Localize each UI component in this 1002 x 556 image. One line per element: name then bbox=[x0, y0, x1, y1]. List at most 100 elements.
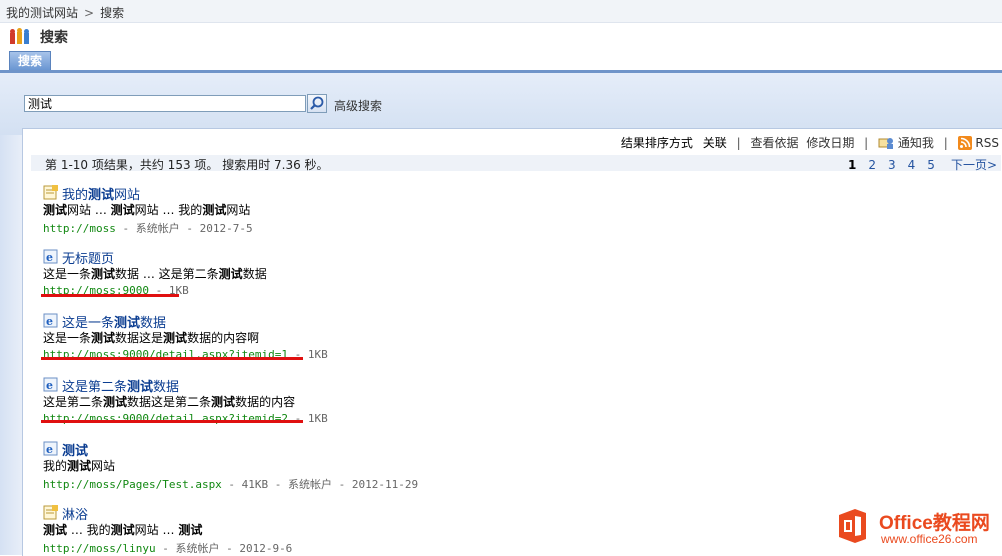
svg-text:e: e bbox=[46, 379, 53, 392]
snippet-text: 数据 bbox=[242, 267, 267, 281]
result-item: e 测试 我的测试网站 http://moss/Pages/Test.aspx -… bbox=[43, 440, 943, 492]
result-title-link[interactable]: 测试 bbox=[62, 440, 88, 459]
ie-page-icon: e bbox=[43, 441, 58, 456]
result-meta: http://moss - 系统帐户 - 2012-7-5 bbox=[43, 222, 253, 235]
modified-date-link[interactable]: 修改日期 bbox=[806, 136, 854, 150]
watermark: Office教程网 www.office26.com bbox=[835, 508, 1000, 548]
rss-link[interactable]: RSS bbox=[975, 136, 999, 150]
snippet-text: 网站 bbox=[226, 203, 251, 217]
breadcrumb-site-link[interactable]: 我的测试网站 bbox=[6, 6, 78, 20]
snippet-highlight: 测试 bbox=[91, 267, 116, 281]
svg-text:e: e bbox=[46, 443, 53, 456]
result-snippet: 测试网站 … 测试网站 … 我的测试网站 bbox=[43, 201, 943, 217]
result-title-link[interactable]: 这是第二条测试数据 bbox=[62, 376, 179, 395]
breadcrumb-separator: > bbox=[84, 6, 95, 20]
snippet-text: 网站 … 我的 bbox=[134, 203, 203, 217]
left-gradient-band bbox=[0, 135, 22, 555]
search-icon bbox=[310, 96, 324, 110]
result-title-link[interactable]: 无标题页 bbox=[62, 248, 114, 267]
note-doc-icon bbox=[43, 185, 58, 200]
snippet-text: 这是一条 bbox=[43, 331, 92, 345]
note-doc-icon bbox=[43, 505, 58, 520]
snippet-highlight: 测试 bbox=[43, 203, 68, 217]
result-title-link[interactable]: 我的测试网站 bbox=[62, 184, 140, 203]
alert-bell-icon bbox=[878, 138, 894, 149]
result-url[interactable]: http://moss/Pages/Test.aspx bbox=[43, 478, 222, 491]
snippet-highlight: 测试 bbox=[218, 267, 243, 281]
snippet-text: 数据这是第二条 bbox=[127, 395, 212, 409]
result-item: 淋浴 测试 … 我的测试网站 … 测试 http://moss/linyu - … bbox=[43, 504, 943, 556]
result-snippet: 我的测试网站 bbox=[43, 457, 943, 473]
search-area: 高级搜索 bbox=[0, 73, 1002, 135]
result-item: e 这是第二条测试数据 这是第二条测试数据这是第二条测试数据的内容 http://… bbox=[43, 376, 943, 425]
result-meta: http://moss/Pages/Test.aspx - 41KB - 系统帐… bbox=[43, 478, 419, 491]
watermark-subtitle: www.office26.com bbox=[881, 532, 978, 546]
annotation-underline bbox=[41, 357, 303, 360]
snippet-highlight: 测试 bbox=[91, 331, 116, 345]
sort-label: 结果排序方式 bbox=[620, 136, 693, 150]
pager: 1 2 3 4 5 下一页> bbox=[836, 156, 997, 173]
svg-text:e: e bbox=[46, 315, 53, 328]
sort-relevance[interactable]: 关联 bbox=[703, 136, 727, 150]
snippet-highlight: 测试 bbox=[202, 203, 227, 217]
annotation-underline bbox=[41, 420, 303, 423]
snippet-highlight: 测试 bbox=[67, 459, 92, 473]
result-url[interactable]: http://moss bbox=[43, 222, 116, 235]
snippet-text: 网站 bbox=[91, 459, 116, 473]
watermark-title: Office教程网 bbox=[879, 513, 990, 534]
page-link[interactable]: 4 bbox=[908, 158, 916, 172]
ie-page-icon: e bbox=[43, 249, 58, 264]
result-item: 我的测试网站 测试网站 … 测试网站 … 我的测试网站 http://moss … bbox=[43, 184, 943, 236]
page-link[interactable]: 1 bbox=[848, 158, 856, 172]
results-toolbar: 结果排序方式 关联 | 查看依据 修改日期 | 通知我 | RSS bbox=[620, 136, 999, 150]
advanced-search-link[interactable]: 高级搜索 bbox=[334, 97, 382, 114]
page-link[interactable]: 5 bbox=[927, 158, 935, 172]
results-summary-bar: 第 1-10 项结果，共约 153 项。 搜索用时 7.36 秒。 12345 下… bbox=[31, 155, 1001, 173]
result-snippet: 这是一条测试数据 … 这是第二条测试数据 bbox=[43, 265, 943, 281]
result-snippet: 测试 … 我的测试网站 … 测试 bbox=[43, 521, 943, 537]
result-meta: http://moss:9000/detail.aspx?itemid=2 - … bbox=[43, 412, 328, 425]
search-input[interactable] bbox=[24, 95, 306, 112]
snippet-text: 网站 … bbox=[67, 203, 111, 217]
search-button[interactable] bbox=[307, 94, 327, 113]
result-url[interactable]: http://moss:9000/detail.aspx?itemid=2 bbox=[43, 412, 288, 425]
next-page-link[interactable]: 下一页> bbox=[951, 158, 997, 172]
tab-search[interactable]: 搜索 bbox=[9, 51, 51, 70]
result-meta: http://moss/linyu - 系统帐户 - 2012-9-6 bbox=[43, 542, 293, 555]
view-by-link[interactable]: 查看依据 bbox=[750, 136, 798, 150]
breadcrumb-current: 搜索 bbox=[100, 6, 125, 20]
snippet-highlight: 测试 bbox=[178, 523, 203, 537]
snippet-text: 数据 … 这是第二条 bbox=[115, 267, 219, 281]
page-title: 搜索 bbox=[40, 30, 68, 46]
results-panel: 结果排序方式 关联 | 查看依据 修改日期 | 通知我 | RSS 第 1-10… bbox=[22, 128, 1002, 556]
snippet-text: 数据的内容 bbox=[235, 395, 296, 409]
annotation-underline bbox=[41, 294, 179, 297]
result-item: e 无标题页 这是一条测试数据 … 这是第二条测试数据 http://moss:9… bbox=[43, 248, 943, 297]
office-logo-icon bbox=[839, 509, 866, 543]
snippet-text: … 我的 bbox=[67, 523, 111, 537]
snippet-highlight: 测试 bbox=[110, 203, 135, 217]
snippet-text: 网站 … bbox=[134, 523, 179, 537]
results-summary: 第 1-10 项结果，共约 153 项。 搜索用时 7.36 秒。 bbox=[45, 158, 329, 172]
title-bar: 搜索 bbox=[0, 23, 1002, 51]
ie-page-icon: e bbox=[43, 377, 58, 392]
snippet-highlight: 测试 bbox=[43, 523, 68, 537]
page-link[interactable]: 3 bbox=[888, 158, 896, 172]
snippet-highlight: 测试 bbox=[163, 331, 188, 345]
snippet-highlight: 测试 bbox=[103, 395, 128, 409]
result-url[interactable]: http://moss/linyu bbox=[43, 542, 156, 555]
result-item: e 这是一条测试数据 这是一条测试数据这是测试数据的内容啊 http://moss… bbox=[43, 312, 943, 361]
result-title-link[interactable]: 这是一条测试数据 bbox=[62, 312, 166, 331]
svg-text:e: e bbox=[46, 251, 53, 264]
snippet-text: 数据这是 bbox=[115, 331, 164, 345]
page-link[interactable]: 2 bbox=[868, 158, 876, 172]
snippet-text: 这是第二条 bbox=[43, 395, 104, 409]
result-title-link[interactable]: 淋浴 bbox=[62, 504, 88, 523]
alert-me-link[interactable]: 通知我 bbox=[898, 136, 934, 150]
ie-page-icon: e bbox=[43, 313, 58, 328]
result-snippet: 这是一条测试数据这是测试数据的内容啊 bbox=[43, 329, 943, 345]
breadcrumb: 我的测试网站 > 搜索 bbox=[6, 4, 124, 21]
tab-strip: 搜索 bbox=[0, 51, 1002, 73]
snippet-text: 这是一条 bbox=[43, 267, 92, 281]
rss-icon bbox=[957, 136, 972, 150]
